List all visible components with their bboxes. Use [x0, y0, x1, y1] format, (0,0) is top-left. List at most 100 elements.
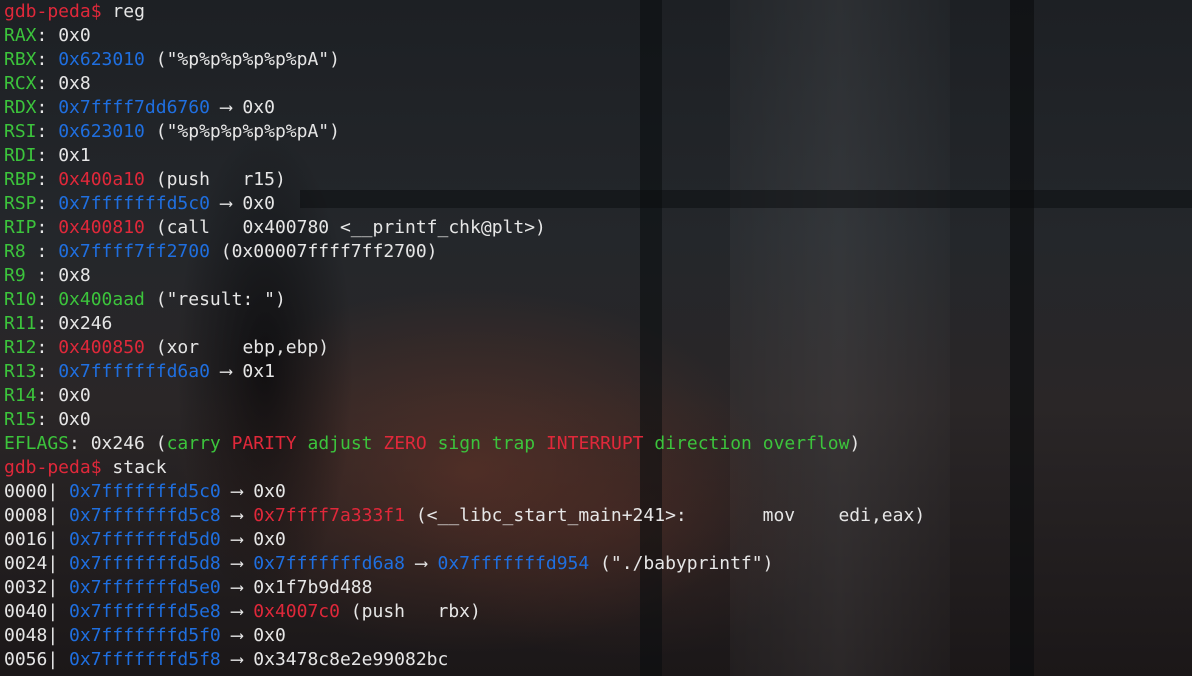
register-separator: :: [36, 121, 59, 142]
register-value: 0x8: [58, 73, 91, 94]
register-separator: :: [36, 145, 59, 166]
register-name: R8: [4, 241, 26, 262]
register-row: R8 : 0x7ffff7ff2700 (0x00007ffff7ff2700): [4, 240, 1192, 264]
register-name: R14: [4, 385, 37, 406]
stack-address: 0x7fffffffd5f8: [69, 649, 221, 670]
register-detail: ⟶ 0x0: [209, 97, 275, 118]
stack-chain-part: ⟶: [220, 505, 254, 526]
stack-address: 0x7fffffffd5d8: [69, 553, 221, 574]
stack-address: 0x7fffffffd5c8: [69, 505, 221, 526]
register-detail: ("%p%p%p%p%p%pA"): [144, 49, 340, 70]
eflags-label: EFLAGS: [4, 433, 70, 454]
register-separator: :: [36, 385, 59, 406]
register-detail: ⟶ 0x0: [209, 193, 275, 214]
register-value: 0x246: [58, 313, 113, 334]
register-value: 0x623010: [58, 49, 145, 70]
register-list: RAX: 0x0 RBX: 0x623010 ("%p%p%p%p%p%pA") R…: [4, 24, 1192, 432]
stack-address: 0x7fffffffd5d0: [69, 529, 221, 550]
register-separator: :: [36, 313, 59, 334]
register-value: 0x0: [58, 25, 91, 46]
register-name: R13: [4, 361, 37, 382]
flag-space: [535, 433, 546, 454]
stack-address: 0x7fffffffd5c0: [69, 481, 221, 502]
register-separator: :: [36, 49, 59, 70]
register-name: RBP: [4, 169, 37, 190]
register-name: R12: [4, 337, 37, 358]
register-value: 0x7fffffffd6a0: [58, 361, 210, 382]
stack-row: 0000| 0x7fffffffd5c0 ⟶ 0x0: [4, 480, 1192, 504]
stack-row: 0048| 0x7fffffffd5f0 ⟶ 0x0: [4, 624, 1192, 648]
flag-space: [644, 433, 655, 454]
stack-space: [58, 625, 69, 646]
register-row: RCX: 0x8: [4, 72, 1192, 96]
register-value: 0x8: [58, 265, 91, 286]
stack-chain-part: ⟶: [220, 481, 254, 502]
stack-offset: 0000|: [4, 481, 59, 502]
stack-offset: 0032|: [4, 577, 59, 598]
register-value: 0x400850: [58, 337, 145, 358]
stack-chain-part: ⟶: [220, 529, 254, 550]
register-row: RBX: 0x623010 ("%p%p%p%p%p%pA"): [4, 48, 1192, 72]
stack-space: [58, 529, 69, 550]
register-row: R14: 0x0: [4, 384, 1192, 408]
register-value: 0x1: [58, 145, 91, 166]
register-separator: :: [25, 241, 59, 262]
register-row: RAX: 0x0: [4, 24, 1192, 48]
register-name: R11: [4, 313, 37, 334]
command-text: stack: [112, 457, 167, 478]
register-name: RDI: [4, 145, 37, 166]
stack-chain-part: 0x0: [253, 529, 286, 550]
register-row: R13: 0x7fffffffd6a0 ⟶ 0x1: [4, 360, 1192, 384]
command-line-reg: gdb-peda$ reg: [4, 0, 1192, 24]
flag-overflow: overflow: [762, 433, 850, 454]
register-separator: :: [36, 409, 59, 430]
register-value: 0x0: [58, 409, 91, 430]
register-value: 0x7ffff7dd6760: [58, 97, 210, 118]
register-separator: :: [36, 97, 59, 118]
stack-chain-part: 0x7fffffffd954: [437, 553, 590, 574]
stack-chain-part: 0x0: [253, 481, 286, 502]
register-name: RCX: [4, 73, 37, 94]
register-separator: :: [36, 25, 59, 46]
stack-chain-part: ⟶: [220, 553, 254, 574]
register-name: RIP: [4, 217, 37, 238]
register-value: 0x0: [58, 385, 91, 406]
register-detail: (push r15): [144, 169, 286, 190]
eflags-close: ): [849, 433, 861, 454]
register-row: R9 : 0x8: [4, 264, 1192, 288]
flag-space: [297, 433, 308, 454]
terminal-window[interactable]: gdb-peda$ reg RAX: 0x0 RBX: 0x623010 ("%p…: [0, 0, 1192, 676]
stack-offset: 0016|: [4, 529, 59, 550]
stack-chain-part: ⟶: [220, 601, 254, 622]
register-separator: :: [36, 337, 59, 358]
stack-row: 0008| 0x7fffffffd5c8 ⟶ 0x7ffff7a333f1 (<…: [4, 504, 1192, 528]
command-text: reg: [112, 1, 145, 22]
register-value: 0x7ffff7ff2700: [58, 241, 210, 262]
register-row: R10: 0x400aad ("result: "): [4, 288, 1192, 312]
stack-offset: 0008|: [4, 505, 59, 526]
stack-chain-part: ("./babyprintf"): [589, 553, 774, 574]
stack-chain-part: 0x7ffff7a333f1: [253, 505, 405, 526]
input-line[interactable]: [4, 672, 1192, 676]
register-separator: :: [36, 193, 59, 214]
command-line-stack: gdb-peda$ stack: [4, 456, 1192, 480]
register-name: R9: [4, 265, 26, 286]
stack-chain-part: (push rbx): [339, 601, 481, 622]
stack-chain-part: 0x7fffffffd6a8: [253, 553, 405, 574]
stack-chain-part: 0x3478c8e2e99082bc: [253, 649, 449, 670]
stack-offset: 0056|: [4, 649, 59, 670]
flag-zero: ZERO: [383, 433, 427, 454]
stack-space: [58, 601, 69, 622]
stack-chain-part: 0x1f7b9d488: [253, 577, 373, 598]
register-name: RDX: [4, 97, 37, 118]
register-row: RBP: 0x400a10 (push r15): [4, 168, 1192, 192]
stack-row: 0032| 0x7fffffffd5e0 ⟶ 0x1f7b9d488: [4, 576, 1192, 600]
register-name: RSI: [4, 121, 37, 142]
stack-chain-part: ⟶: [220, 625, 254, 646]
stack-address: 0x7fffffffd5e0: [69, 577, 221, 598]
flag-adjust: adjust: [307, 433, 373, 454]
flag-space: [752, 433, 763, 454]
stack-offset: 0040|: [4, 601, 59, 622]
stack-chain-part: 0x4007c0: [253, 601, 340, 622]
register-detail: (xor ebp,ebp): [144, 337, 330, 358]
